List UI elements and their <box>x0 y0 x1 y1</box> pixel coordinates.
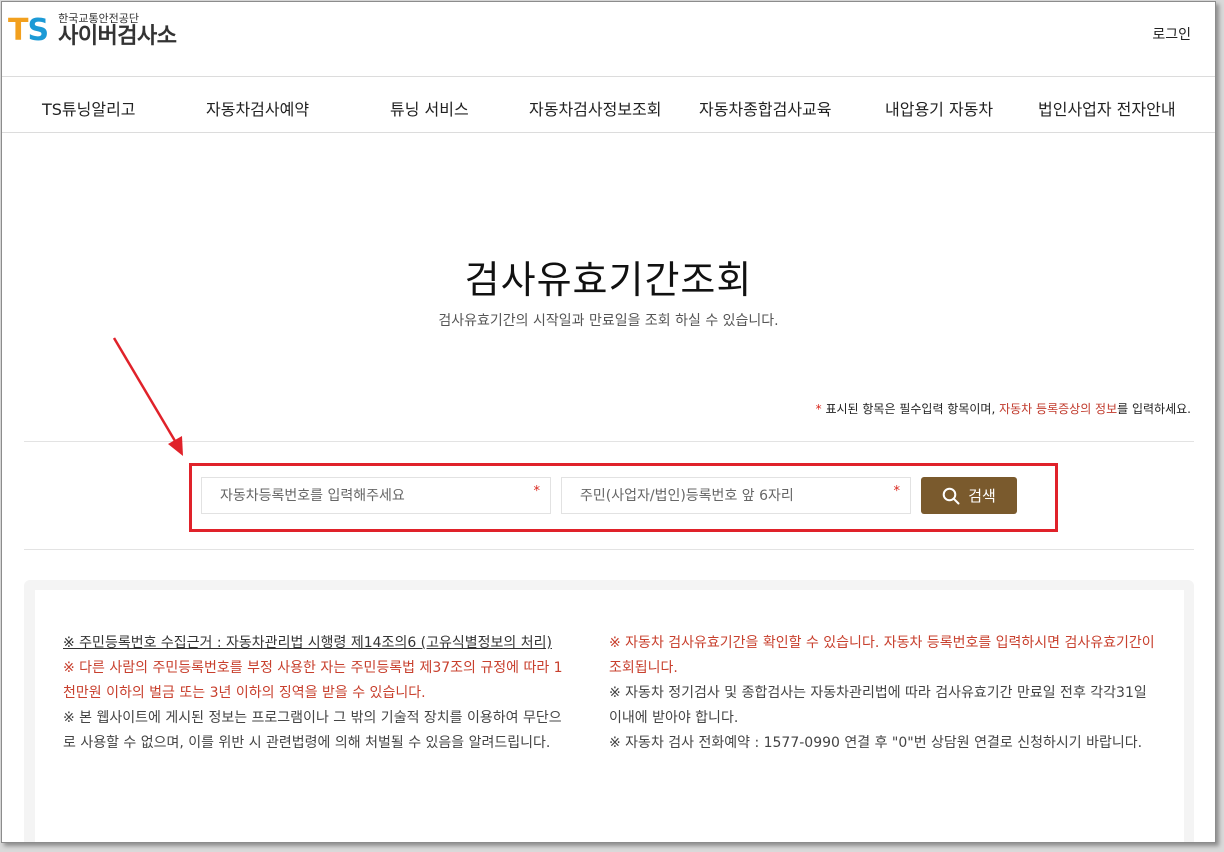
phone-booking-notice: ※ 자동차 검사 전화예약 : 1577-0990 연결 후 "0"번 상담원 … <box>609 735 1143 751</box>
main-nav: TS튜닝알리고 자동차검사예약 튜닝 서비스 자동차검사정보조회 자동차종합검사… <box>2 78 1215 133</box>
logo-letter-t: T <box>8 12 28 48</box>
copyright-notice: ※ 본 웹사이트에 게시된 정보는 프로그램이나 그 밖의 기술적 장치를 이용… <box>63 710 562 751</box>
misuse-warning: ※ 다른 사람의 주민등록번호를 부정 사용한 자는 주민등록법 제37조의 규… <box>63 660 563 701</box>
site-logo[interactable]: TS 한국교통안전공단 사이버검사소 <box>8 12 177 49</box>
browser-frame: TS 한국교통안전공단 사이버검사소 로그인 TS튜닝알리고 자동차검사예약 튜… <box>1 1 1216 843</box>
car-number-field: * <box>201 477 551 514</box>
search-button-label: 검색 <box>968 487 996 505</box>
search-button[interactable]: 검색 <box>921 477 1017 514</box>
page-title: 검사유효기간조회 <box>464 258 753 302</box>
required-note: * 표시된 항목은 필수입력 항목이며, 자동차 등록증상의 정보를 입력하세요… <box>816 400 1191 417</box>
ts-logo-mark: TS <box>8 12 49 48</box>
nav-item-tuning-service[interactable]: 튜닝 서비스 <box>390 96 469 120</box>
required-note-text2: 를 입력하세요. <box>1117 402 1191 416</box>
divider-bottom <box>24 549 1194 550</box>
required-note-text1: 표시된 항목은 필수입력 항목이며, <box>821 402 1000 416</box>
required-star-id-number: * <box>893 484 901 499</box>
car-number-input[interactable] <box>202 478 550 513</box>
nav-item-pressure-vehicle[interactable]: 내압용기 자동차 <box>885 96 993 120</box>
id-number-input[interactable] <box>562 478 910 513</box>
nav-item-inspection-booking[interactable]: 자동차검사예약 <box>206 96 309 120</box>
registration-info-link: 자동차 등록증상의 정보 <box>999 402 1118 416</box>
search-icon <box>942 487 960 504</box>
page-description: 검사유효기간의 시작일과 만료일을 조회 하실 수 있습니다. <box>438 313 779 329</box>
required-star-car-number: * <box>533 484 541 499</box>
divider-top <box>24 441 1194 442</box>
nav-item-inspection-info[interactable]: 자동차검사정보조회 <box>529 96 661 120</box>
site-header: TS 한국교통안전공단 사이버검사소 로그인 <box>2 2 1215 77</box>
collection-basis-link[interactable]: ※ 주민등록번호 수집근거 : 자동차관리법 시행령 제14조의6 (고유식별정… <box>63 631 563 656</box>
periodic-inspection-notice: ※ 자동차 정기검사 및 종합검사는 자동차관리법에 따라 검사유효기간 만료일… <box>609 685 1147 726</box>
nav-item-tuning-alert[interactable]: TS튜닝알리고 <box>42 96 136 120</box>
logo-text: 한국교통안전공단 사이버검사소 <box>58 12 177 49</box>
login-link[interactable]: 로그인 <box>1152 24 1191 44</box>
logo-letter-s: S <box>27 12 49 48</box>
logo-title: 사이버검사소 <box>58 24 177 49</box>
validity-check-notice: ※ 자동차 검사유효기간을 확인할 수 있습니다. 자동차 등록번호를 입력하시… <box>609 635 1155 676</box>
nav-item-inspection-education[interactable]: 자동차종합검사교육 <box>699 96 831 120</box>
nav-item-corporate-notice[interactable]: 법인사업자 전자안내 <box>1038 96 1176 120</box>
id-number-field: * <box>561 477 911 514</box>
info-left-column: ※ 주민등록번호 수집근거 : 자동차관리법 시행령 제14조의6 (고유식별정… <box>63 631 563 756</box>
annotation-arrow-icon <box>112 337 183 456</box>
info-right-column: ※ 자동차 검사유효기간을 확인할 수 있습니다. 자동차 등록번호를 입력하시… <box>609 631 1159 756</box>
